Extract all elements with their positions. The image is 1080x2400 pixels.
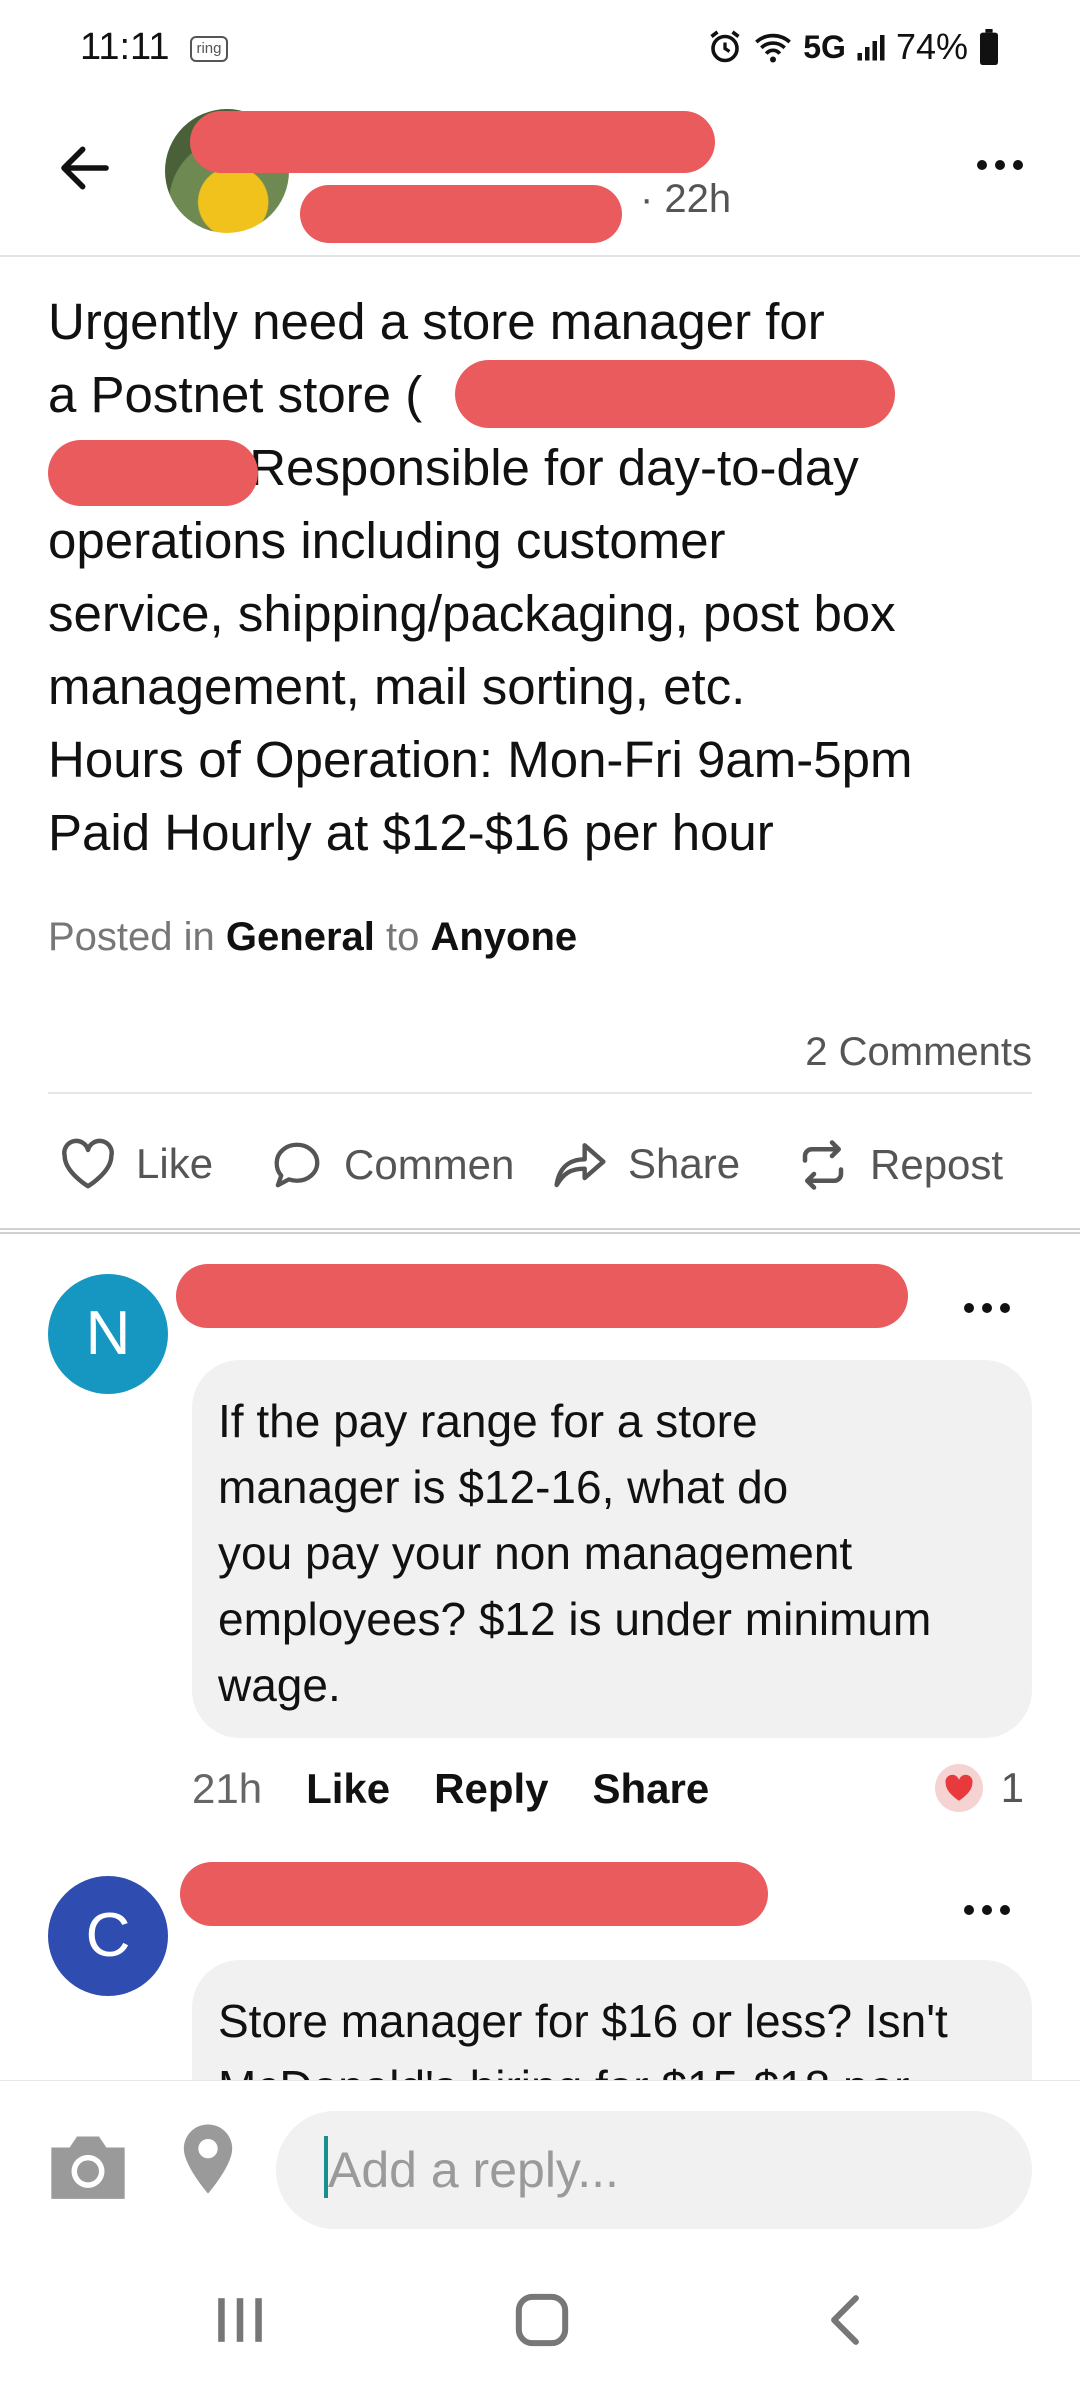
comment-line: If the pay range for a store <box>218 1395 758 1447</box>
comment-line: you pay your non management <box>218 1527 853 1579</box>
camera-icon[interactable] <box>44 2125 132 2208</box>
post-line: service, shipping/packaging, post box <box>48 585 896 642</box>
comment-line: manager is $12-16, what do <box>218 1461 789 1513</box>
more-dot <box>1000 1905 1010 1915</box>
posted-in-line: Posted in General to Anyone <box>48 915 577 960</box>
comment-time: 21h <box>192 1765 263 1812</box>
divider <box>48 1092 1032 1094</box>
more-dots-icon <box>964 1905 974 1915</box>
comments-count[interactable]: 2 Comments <box>805 1030 1032 1075</box>
network-type: 5G <box>803 28 846 65</box>
speech-bubble-icon <box>274 1142 320 1188</box>
comment-button[interactable]: Commen <box>270 1138 522 1192</box>
comment-share-button[interactable]: Share <box>593 1765 710 1813</box>
to-label: to <box>386 915 420 959</box>
heart-outline-icon <box>62 1138 114 1189</box>
post-more-button[interactable] <box>960 145 1040 185</box>
status-indicators: 5G 74% <box>707 26 1000 68</box>
share-label: Share <box>628 1140 741 1187</box>
more-dots-icon <box>977 160 987 170</box>
repost-icon <box>802 1140 844 1190</box>
status-bar: 11:11 ring 5G 74% <box>0 0 1080 105</box>
comment-more-button[interactable] <box>952 1890 1022 1930</box>
redacted-author-name <box>190 111 715 173</box>
redacted-commenter-name <box>180 1862 768 1926</box>
post-line: operations including customer <box>48 512 726 569</box>
back-nav-button[interactable] <box>820 2290 870 2355</box>
system-nav-bar <box>0 2250 1080 2400</box>
more-dot <box>1000 1303 1010 1313</box>
comment-more-button[interactable] <box>952 1288 1022 1328</box>
comment-avatar[interactable]: C <box>48 1876 168 1996</box>
status-time: 11:11 <box>80 26 170 68</box>
redacted-location <box>455 360 895 428</box>
post-line: Paid Hourly at $12-$16 per hour <box>48 804 774 861</box>
audience-link[interactable]: Anyone <box>430 915 577 959</box>
repost-button[interactable]: Repost <box>796 1138 1003 1192</box>
comment-line: Store manager for $16 or less? Isn't <box>218 1995 948 2047</box>
more-dots-icon <box>964 1303 974 1313</box>
recent-apps-button[interactable] <box>212 2290 268 2355</box>
arrow-left-icon <box>61 146 109 190</box>
comment-meta: 21h Like Reply Share <box>192 1765 709 1813</box>
post-line: Hours of Operation: Mon-Fri 9am-5pm <box>48 731 913 788</box>
battery-percent: 74% <box>895 26 968 67</box>
share-arrow-icon <box>554 1143 606 1188</box>
text-cursor <box>324 2136 328 2198</box>
reply-input[interactable] <box>276 2111 1032 2229</box>
recent-apps-icon <box>218 2298 262 2342</box>
post-timestamp: · 22h <box>640 177 732 221</box>
group-link[interactable]: General <box>226 915 375 959</box>
more-dot <box>982 1303 992 1313</box>
more-dot <box>982 1905 992 1915</box>
section-divider <box>0 1228 1080 1234</box>
redacted-author-subtitle <box>300 185 622 243</box>
post-line: Urgently need a store manager for <box>48 293 825 350</box>
comment-label: Commen <box>344 1141 515 1188</box>
comment-reply-button[interactable]: Reply <box>434 1765 548 1813</box>
location-pin-icon[interactable] <box>180 2121 236 2202</box>
heart-reaction-icon <box>934 1764 983 1812</box>
back-button[interactable] <box>50 133 120 203</box>
repost-label: Repost <box>870 1141 1004 1188</box>
post-line: management, mail sorting, etc. <box>48 658 746 715</box>
comment-like-button[interactable]: Like <box>306 1765 390 1813</box>
more-dot <box>1013 160 1023 170</box>
reaction-count: 1 <box>1000 1764 1024 1811</box>
home-button[interactable] <box>512 2290 572 2355</box>
comment-bubble: If the pay range for a store manager is … <box>192 1360 1032 1738</box>
posted-in-label: Posted in <box>48 915 215 959</box>
chevron-left-icon <box>831 2295 859 2345</box>
post-action-bar: Like Commen Share Repost <box>0 1120 1080 1212</box>
post-header: · 22h <box>0 105 1080 257</box>
alarm-icon <box>707 29 743 65</box>
comment-avatar[interactable]: N <box>48 1274 168 1394</box>
redacted-commenter-name <box>176 1264 908 1328</box>
battery-icon <box>978 29 1000 65</box>
more-dot <box>995 160 1005 170</box>
ring-notification-icon: ring <box>190 36 228 62</box>
comment-reactions[interactable]: 1 <box>934 1764 1024 1812</box>
comment-line: employees? $12 is under minimum <box>218 1593 932 1645</box>
share-button[interactable]: Share <box>552 1138 740 1190</box>
redacted-location-cont <box>48 440 258 506</box>
wifi-icon <box>753 30 793 64</box>
like-label: Like <box>136 1140 214 1187</box>
reply-bar <box>0 2080 1080 2230</box>
home-icon <box>515 2293 569 2347</box>
signal-icon <box>856 32 886 62</box>
comment-line: wage. <box>218 1659 341 1711</box>
like-button[interactable]: Like <box>60 1138 213 1190</box>
